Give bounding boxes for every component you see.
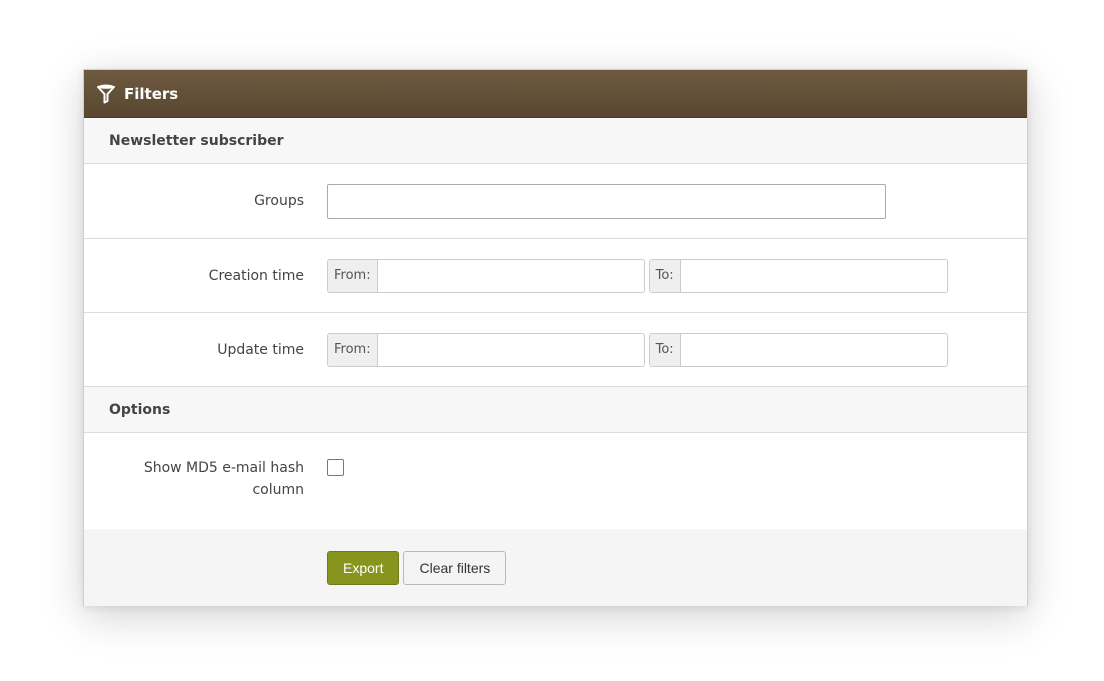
section-title: Options [109, 401, 171, 418]
panel-title: Filters [124, 84, 179, 103]
to-addon: To: [649, 259, 681, 292]
creation-to-input[interactable] [681, 260, 947, 292]
clear-filters-button[interactable]: Clear filters [403, 550, 507, 585]
update-time-label: Update time [217, 341, 304, 358]
show-md5-label: Show MD5 e-mail hash column [143, 460, 304, 498]
section-newsletter-subscriber: Newsletter subscriber [84, 118, 1027, 164]
update-from-input[interactable] [378, 334, 644, 366]
update-time-row: Update time From: To: [84, 313, 1027, 387]
update-to-input[interactable] [681, 334, 947, 366]
update-to-group: To: [648, 332, 948, 367]
show-md5-checkbox[interactable] [327, 459, 344, 476]
creation-to-group: To: [648, 258, 948, 293]
creation-time-row: Creation time From: To: [84, 239, 1027, 313]
to-addon: To: [649, 333, 681, 366]
groups-label: Groups [254, 193, 304, 209]
update-from-group: From: [327, 332, 645, 367]
groups-row: Groups [84, 164, 1027, 239]
form-actions: Export Clear filters [84, 529, 1027, 606]
filter-icon [96, 84, 116, 104]
from-addon: From: [328, 333, 378, 366]
panel-header: Filters [84, 70, 1027, 118]
creation-from-group: From: [327, 258, 645, 293]
groups-input[interactable] [327, 183, 886, 219]
show-md5-row: Show MD5 e-mail hash column [84, 433, 1027, 529]
export-button[interactable]: Export [327, 550, 400, 585]
creation-time-label: Creation time [208, 267, 304, 284]
section-title: Newsletter subscriber [109, 132, 284, 149]
filters-panel: Filters Newsletter subscriber Groups Cre… [83, 69, 1028, 606]
from-addon: From: [328, 259, 378, 292]
section-options: Options [84, 387, 1027, 433]
creation-from-input[interactable] [378, 260, 644, 292]
